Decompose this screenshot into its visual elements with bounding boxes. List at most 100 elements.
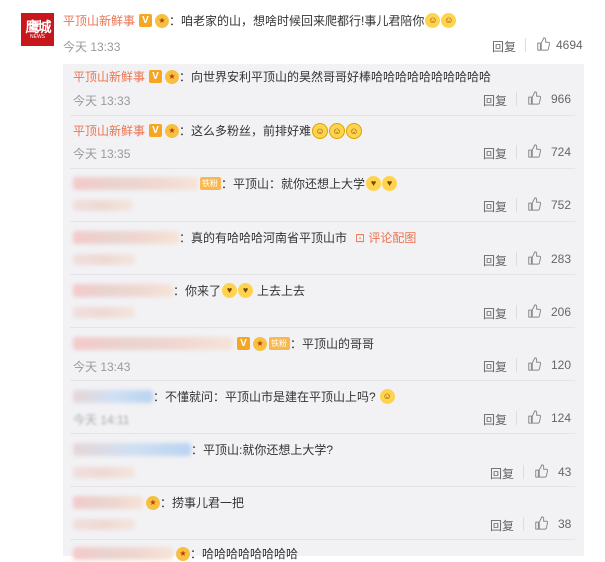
like-thumb-icon[interactable] [534,464,548,478]
reply-button[interactable]: 回复 [483,411,507,428]
fan-medal-icon: ★ [253,336,267,351]
reply-item: ：不懂就问：平顶山市是建在平顶山上吗? ☺ [73,388,395,405]
like-count: 43 [558,465,572,479]
reply-text: ：不懂就问：平顶山市是建在平顶山上吗? [153,390,376,404]
username-link[interactable]: 平顶山新鲜事 [63,12,135,29]
divider [70,380,575,381]
blurred-timestamp [73,519,135,530]
like-thumb-icon[interactable] [527,91,541,105]
like-count: 4694 [556,38,583,52]
reply-text: ：你来了 [173,284,222,298]
reply-text-2: 上去上去 [257,284,306,298]
username-link[interactable]: 平顶山新鲜事 [73,122,145,139]
reply-text: ：平顶山的哥哥 [290,337,375,351]
reply-text: ：哈哈哈哈哈哈哈哈 [190,547,299,561]
divider [525,38,526,52]
laugh-emoji-icon: ☺ [425,13,441,28]
reply-button[interactable]: 回复 [483,358,507,375]
divider [516,358,517,372]
verified-v-icon: V [139,14,153,27]
cute-face-emoji-icon: ♥ [382,176,398,191]
main-comment-line: 平顶山新鲜事 V ★ ：咱老家的山，想啥时候回来爬都行!事儿君陪你 ☺ ☺ [63,12,457,29]
reply-item: ：平顶山:就你还想上大学? [73,441,333,458]
reply-button[interactable]: 回复 [483,252,507,269]
reply-text: ：平顶山:就你还想上大学? [191,443,334,457]
divider [516,252,517,266]
fan-badge: 铁粉 [200,177,221,190]
timestamp: 今天 13:33 [63,40,121,54]
blurred-timestamp [73,467,135,478]
fan-medal-icon: ★ [176,546,190,561]
reply-button[interactable]: 回复 [483,145,507,162]
fan-medal-icon: ★ [146,495,160,510]
fan-medal-icon: ★ [165,69,180,84]
divider [516,145,517,159]
username-link[interactable]: 平顶山新鲜事 [73,68,145,85]
divider [516,411,517,425]
reply-button[interactable]: 回复 [483,198,507,215]
grin-emoji-icon: ☺ [379,389,395,404]
reply-button[interactable]: 回复 [490,517,514,534]
like-count: 966 [551,92,572,106]
timestamp: 今天 14:11 [73,413,130,427]
reply-button[interactable]: 回复 [483,92,507,109]
reply-item: ★ ：捞事儿君一把 [73,494,244,511]
blurred-username [73,337,233,350]
divider [516,305,517,319]
blurred-username [73,443,191,456]
divider [70,539,575,540]
reply-item: V ★ 铁粉 ：平顶山的哥哥 [73,335,374,352]
timestamp: 今天 13:35 [73,147,131,161]
reply-button[interactable]: 回复 [483,305,507,322]
avatar-logo-sub: NEWS [30,33,45,40]
comment-image-link-label: 评论配图 [368,231,417,245]
like-thumb-icon[interactable] [527,410,541,424]
avatar[interactable]: 鹰城 NEWS [21,13,54,46]
divider [70,168,575,169]
avatar-logo-text: 鹰城 [25,18,52,35]
like-thumb-icon[interactable] [527,304,541,318]
reply-button[interactable]: 回复 [492,38,516,55]
tears-of-joy-emoji-icon: ☺ [346,122,363,139]
verified-v-icon: V [149,124,163,137]
like-thumb-icon[interactable] [534,516,548,530]
tears-of-joy-emoji-icon: ☺ [329,122,346,139]
blurred-timestamp [73,307,135,318]
divider [523,517,524,531]
reply-button[interactable]: 回复 [490,465,514,482]
reply-text: ：捞事儿君一把 [160,496,245,510]
timestamp: 今天 13:43 [73,360,131,374]
reply-text: ：向世界安利平顶山的昊然哥哥好棒哈哈哈哈哈哈哈哈哈哈 [179,70,492,84]
reply-item: ：真的有哈哈哈河南省平顶山市 ⊡ 评论配图 [73,229,416,246]
like-thumb-icon[interactable] [527,251,541,265]
like-thumb-icon[interactable] [527,357,541,371]
like-thumb-icon[interactable] [527,197,541,211]
verified-v-icon: V [237,337,250,350]
blurred-username [73,231,179,244]
like-count: 124 [551,411,572,425]
like-count: 724 [551,145,572,159]
like-thumb-icon[interactable] [536,37,550,51]
blurred-username [73,390,153,403]
reply-text: ：平顶山：就你还想上大学 [221,177,366,191]
reply-text: ：真的有哈哈哈河南省平顶山市 [179,231,348,245]
fan-medal-icon: ★ [165,123,180,138]
cute-face-emoji-icon: ♥ [238,283,254,298]
main-comment: 鹰城 NEWS 平顶山新鲜事 V ★ ：咱老家的山，想啥时候回来爬都行!事儿君陪… [0,0,605,64]
reply-item: 平顶山新鲜事 V ★ ：向世界安利平顶山的昊然哥哥好棒哈哈哈哈哈哈哈哈哈哈 [73,68,491,85]
divider [70,486,575,487]
blurred-timestamp [73,200,133,211]
reply-item: ：你来了 ♥ ♥ 上去上去 [73,282,305,299]
divider [70,327,575,328]
like-count: 38 [558,517,572,531]
like-thumb-icon[interactable] [527,144,541,158]
cute-face-emoji-icon: ♥ [366,176,382,191]
reply-item: 平顶山新鲜事 V ★ ：这么多粉丝，前排好难 ☺ ☺ ☺ [73,122,363,139]
comment-image-link[interactable]: ⊡ 评论配图 [355,229,416,246]
blurred-username [73,547,173,560]
reply-text: ：这么多粉丝，前排好难 [179,124,312,138]
divider [70,115,575,116]
divider [70,433,575,434]
fan-medal-icon: ★ [155,13,170,28]
fan-badge: 铁粉 [269,337,290,350]
